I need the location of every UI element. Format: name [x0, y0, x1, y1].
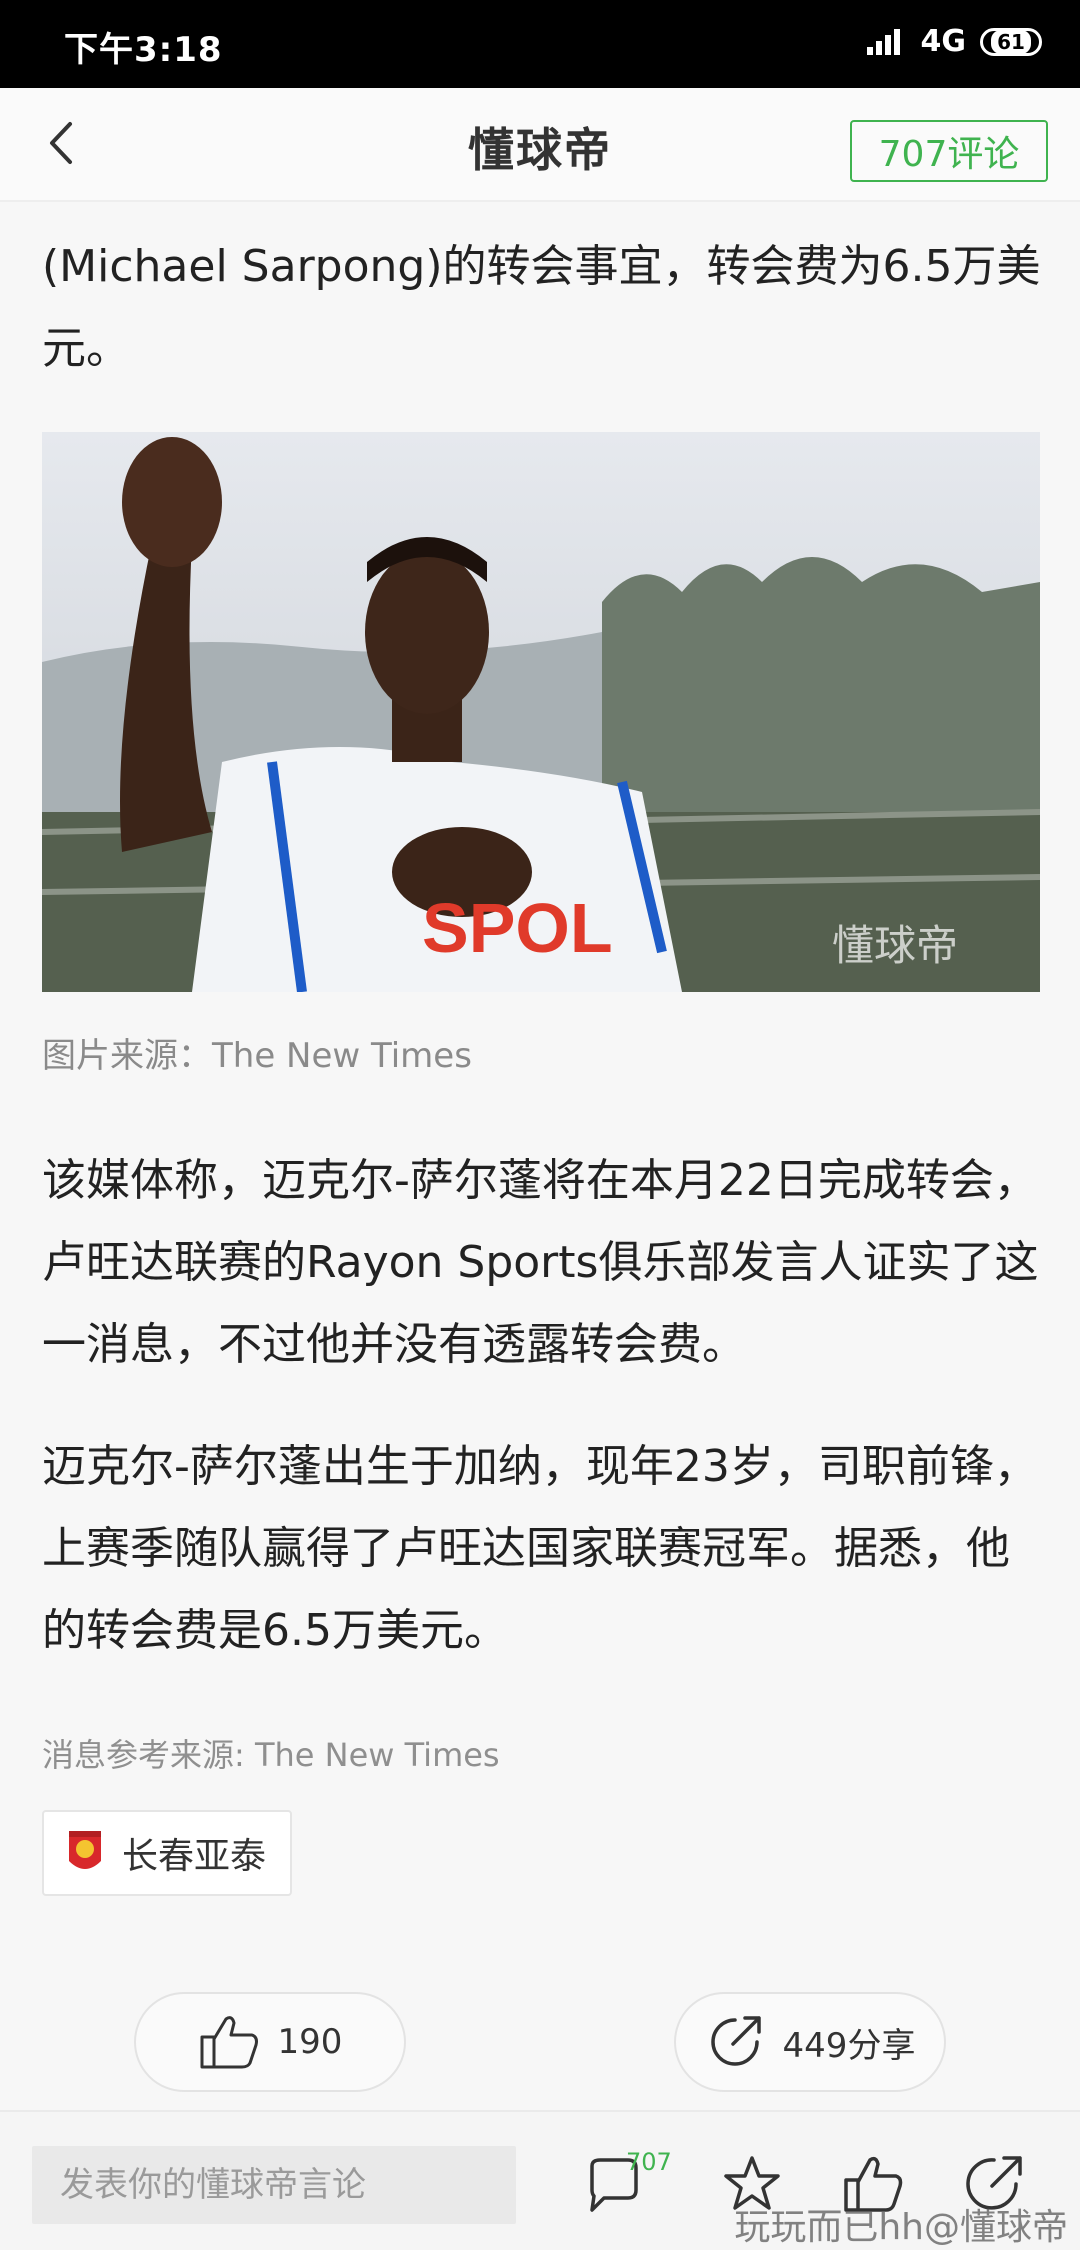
like-button[interactable]: 190 — [134, 1992, 406, 2092]
like-count: 190 — [277, 2022, 343, 2062]
status-icons: 4G 61 — [866, 24, 1042, 59]
status-bar: 下午3:18 4G 61 — [0, 0, 1080, 88]
article-paragraph-3: 迈克尔-萨尔蓬出生于加纳，现年23岁，司职前锋，上赛季随队赢得了卢旺达国家联赛冠… — [42, 1441, 1038, 1656]
team-tag[interactable]: 长春亚泰 — [42, 1810, 292, 1896]
bottom-bar: 707 玩玩而已hh@懂球帝 — [0, 2110, 1080, 2250]
comment-count-badge: 707 — [626, 2148, 672, 2176]
share-label: 449分享 — [782, 2025, 916, 2066]
player-photo: SPOL 懂球帝 — [42, 432, 1040, 992]
comments-button[interactable]: 707评论 — [850, 120, 1048, 182]
team-logo-icon — [69, 1831, 101, 1869]
photo-watermark: 懂球帝 — [832, 921, 958, 970]
article-paragraph-1: (Michael Sarpong)的转会事宜，转会费为6.5万美元。 — [42, 241, 1041, 374]
photo-caption: 图片来源：The New Times — [42, 1036, 472, 1076]
thumb-up-icon — [200, 2016, 258, 2069]
share-icon — [710, 2016, 761, 2066]
article-paragraph-2: 该媒体称，迈克尔-萨尔蓬将在本月22日完成转会，卢旺达联赛的Rayon Spor… — [42, 1155, 1039, 1370]
comment-input[interactable] — [32, 2146, 516, 2224]
signal-icon — [866, 27, 907, 57]
user-watermark: 玩玩而已hh@懂球帝 — [734, 2207, 1068, 2248]
app-header: 懂球帝 707评论 — [0, 88, 1080, 202]
svg-text:SPOL: SPOL — [422, 889, 613, 967]
battery-level: 61 — [991, 29, 1031, 54]
battery-icon: 61 — [980, 27, 1042, 56]
network-type: 4G — [920, 24, 967, 59]
share-button[interactable]: 449分享 — [674, 1992, 946, 2092]
team-tag-label: 长春亚泰 — [122, 1836, 267, 1877]
status-time: 下午3:18 — [64, 30, 223, 70]
article-photo[interactable]: SPOL 懂球帝 — [42, 432, 1040, 992]
source-note: 消息参考来源: The New Times — [42, 1736, 500, 1774]
